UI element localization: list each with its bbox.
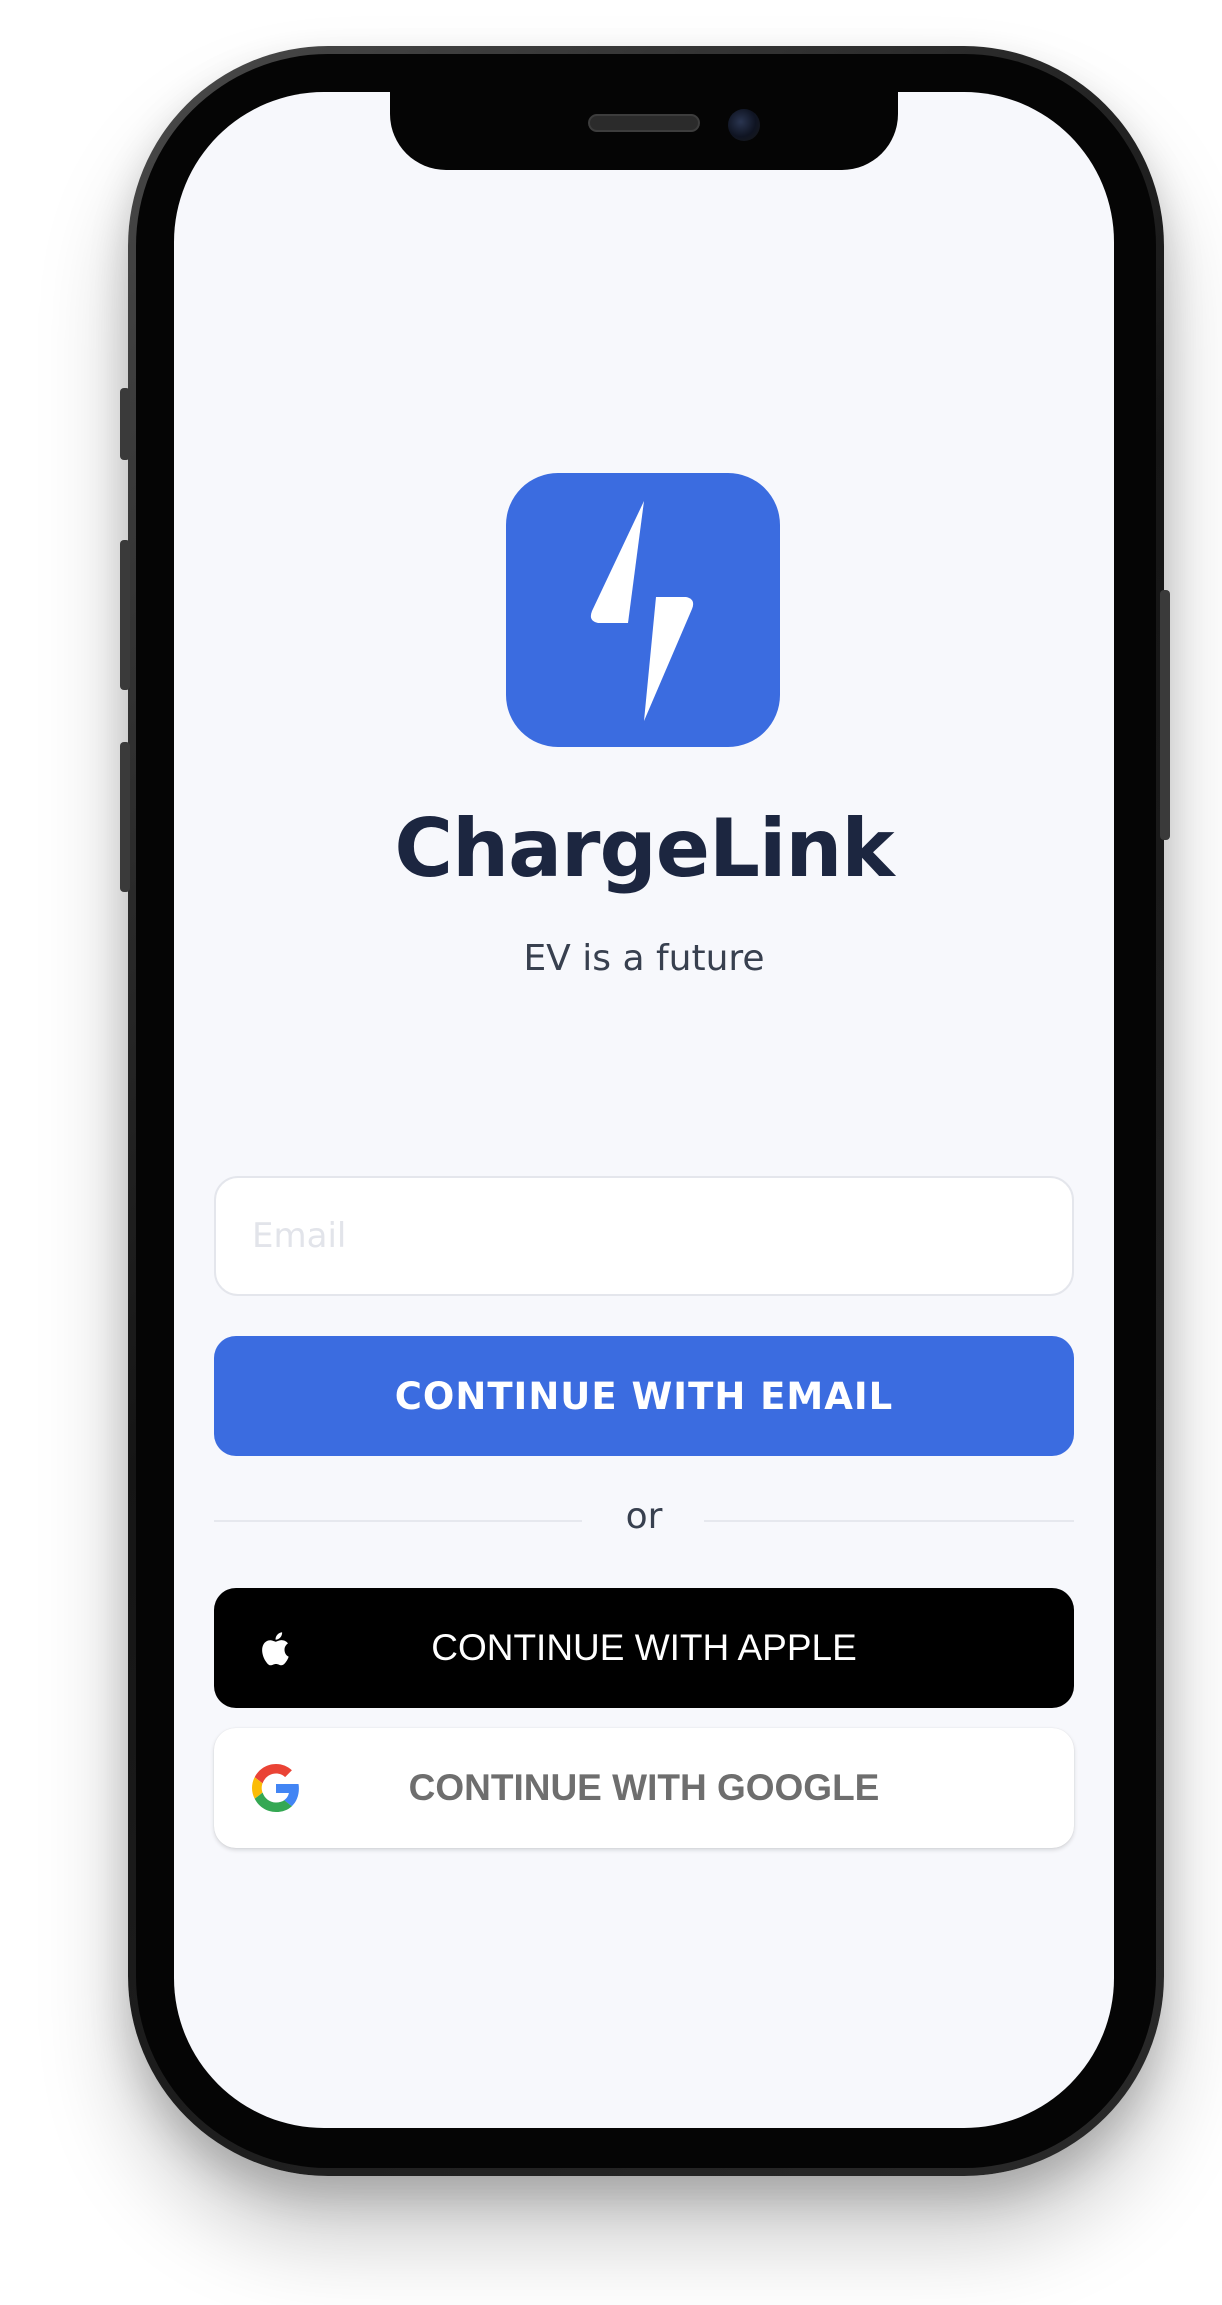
- continue-with-email-button[interactable]: CONTINUE WITH EMAIL: [214, 1336, 1074, 1456]
- continue-with-email-label: CONTINUE WITH EMAIL: [394, 1374, 894, 1418]
- app-screen: ChargeLink EV is a future CONTINUE WITH …: [174, 92, 1114, 2128]
- continue-with-google-label: CONTINUE WITH GOOGLE: [408, 1767, 880, 1808]
- lightning-bolt-icon: [590, 501, 694, 721]
- app-name: ChargeLink: [394, 802, 894, 895]
- google-icon: [252, 1764, 300, 1812]
- continue-with-apple-button[interactable]: CONTINUE WITH APPLE: [214, 1588, 1074, 1708]
- app-tagline: EV is a future: [523, 938, 765, 979]
- divider-line-right: [704, 1520, 1074, 1522]
- divider-or: or: [625, 1496, 663, 1537]
- app-logo: [506, 473, 780, 747]
- continue-with-google-button[interactable]: CONTINUE WITH GOOGLE: [214, 1728, 1074, 1848]
- phone-volume-down-button: [120, 742, 130, 892]
- phone-power-button: [1160, 590, 1170, 840]
- front-camera: [728, 109, 760, 141]
- phone-silent-switch: [120, 388, 130, 460]
- apple-icon: [252, 1624, 300, 1672]
- earpiece-speaker: [588, 114, 700, 132]
- continue-with-apple-label: CONTINUE WITH APPLE: [431, 1627, 857, 1668]
- phone-notch: [390, 92, 898, 170]
- email-input[interactable]: [214, 1176, 1074, 1296]
- phone-volume-up-button: [120, 540, 130, 690]
